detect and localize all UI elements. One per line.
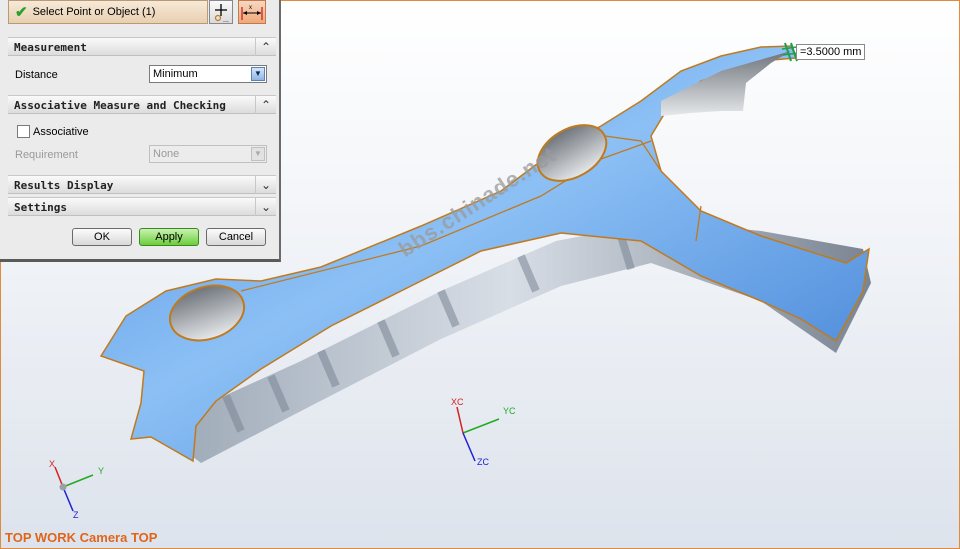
section-settings-header[interactable]: Settings ⌄ <box>8 197 276 216</box>
distance-type-select[interactable]: Minimum ▼ <box>149 65 267 83</box>
apply-button[interactable]: Apply <box>139 228 199 246</box>
abs-csys-z-label: Z <box>73 510 79 520</box>
chevron-up-icon[interactable]: ⌃ <box>255 38 276 56</box>
check-icon: ✔ <box>15 4 28 21</box>
abs-csys-x-label: X <box>49 459 56 469</box>
work-csys-y-label: YC <box>503 406 516 416</box>
section-results-display-header[interactable]: Results Display ⌄ <box>8 175 276 194</box>
abs-csys-y-label: Y <box>98 466 105 476</box>
point-constructor-icon: ... <box>214 4 229 24</box>
measure-distance-dialog: ✔ Select Point or Object (1) ... x Measu… <box>0 0 281 262</box>
section-settings-title: Settings <box>14 201 67 214</box>
select-point-or-object-row[interactable]: ✔ Select Point or Object (1) <box>8 0 208 24</box>
chevron-down-icon[interactable]: ⌄ <box>255 176 276 194</box>
view-name-label: TOP WORK Camera TOP <box>5 530 158 545</box>
point-dialog-button[interactable]: ... <box>209 0 233 24</box>
chevron-up-icon[interactable]: ⌃ <box>255 96 276 114</box>
distance-measure-icon: x <box>241 5 263 20</box>
requirement-value: None <box>153 148 180 160</box>
associative-checkbox[interactable] <box>17 125 30 138</box>
work-csys-triad <box>456 406 500 462</box>
section-associative-header[interactable]: Associative Measure and Checking ⌃ <box>8 95 276 114</box>
work-csys-x-label: XC <box>451 397 464 407</box>
dropdown-arrow-icon[interactable]: ▼ <box>251 67 265 81</box>
ok-button[interactable]: OK <box>72 228 132 246</box>
selection-label: Select Point or Object (1) <box>32 6 156 18</box>
requirement-label: Requirement <box>15 149 78 161</box>
dropdown-arrow-icon[interactable]: ▼ <box>251 147 265 161</box>
measurement-value-label: =3.5000 mm <box>796 44 866 60</box>
requirement-select[interactable]: None ▼ <box>149 145 267 163</box>
distance-type-value: Minimum <box>153 68 198 80</box>
section-results-display-title: Results Display <box>14 179 114 192</box>
chevron-down-icon[interactable]: ⌄ <box>255 198 276 216</box>
svg-text:...: ... <box>223 17 229 23</box>
associative-label: Associative <box>33 126 89 138</box>
section-measurement-title: Measurement <box>14 41 87 54</box>
distance-label: Distance <box>15 69 58 81</box>
section-associative-title: Associative Measure and Checking <box>14 99 226 112</box>
measure-type-button[interactable]: x <box>238 0 266 24</box>
svg-text:x: x <box>249 5 252 11</box>
cancel-button[interactable]: Cancel <box>206 228 266 246</box>
section-measurement-header[interactable]: Measurement ⌃ <box>8 37 276 56</box>
absolute-csys-triad <box>54 466 94 512</box>
work-csys-z-label: ZC <box>477 457 489 467</box>
